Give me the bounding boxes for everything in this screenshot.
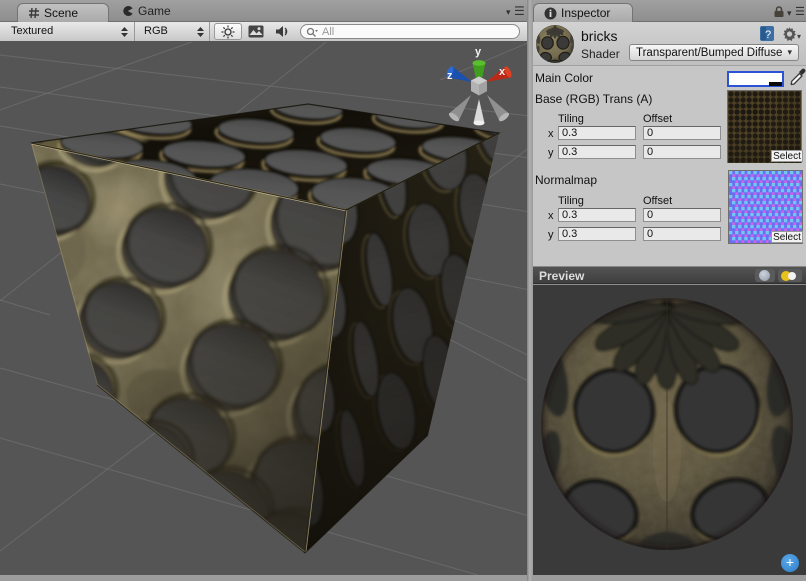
svg-text:y: y (475, 46, 482, 58)
svg-text:z: z (447, 70, 453, 82)
svg-text:?: ? (765, 29, 771, 41)
svg-text:x: x (499, 66, 506, 78)
